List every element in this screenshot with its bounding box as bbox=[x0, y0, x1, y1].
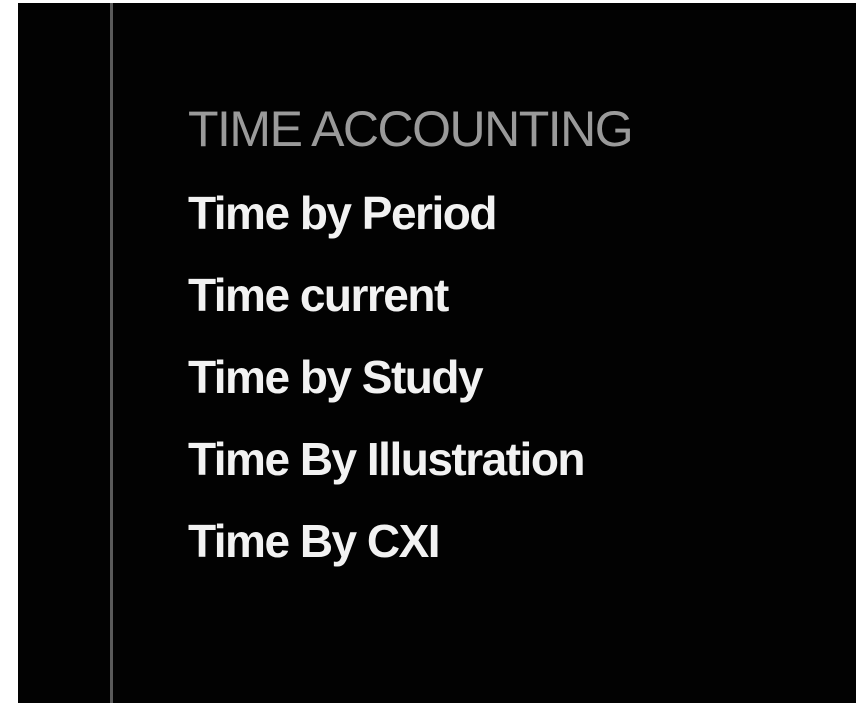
menu-item-time-current[interactable]: Time current bbox=[188, 254, 632, 336]
top-border bbox=[0, 0, 856, 3]
vertical-divider bbox=[110, 3, 113, 703]
section-title: TIME ACCOUNTING bbox=[188, 101, 634, 157]
time-accounting-section: TIME ACCOUNTING Time by Period Time curr… bbox=[188, 96, 634, 582]
menu-item-time-by-study[interactable]: Time by Study bbox=[188, 336, 632, 418]
menu-item-time-by-cxi[interactable]: Time By CXI bbox=[188, 500, 632, 582]
menu-item-time-by-period[interactable]: Time by Period bbox=[188, 172, 632, 254]
menu-panel: TIME ACCOUNTING Time by Period Time curr… bbox=[0, 0, 856, 703]
time-accounting-menu: Time by Period Time current Time by Stud… bbox=[188, 172, 632, 582]
left-border bbox=[0, 0, 18, 703]
menu-item-time-by-illustration[interactable]: Time By Illustration bbox=[188, 418, 632, 500]
